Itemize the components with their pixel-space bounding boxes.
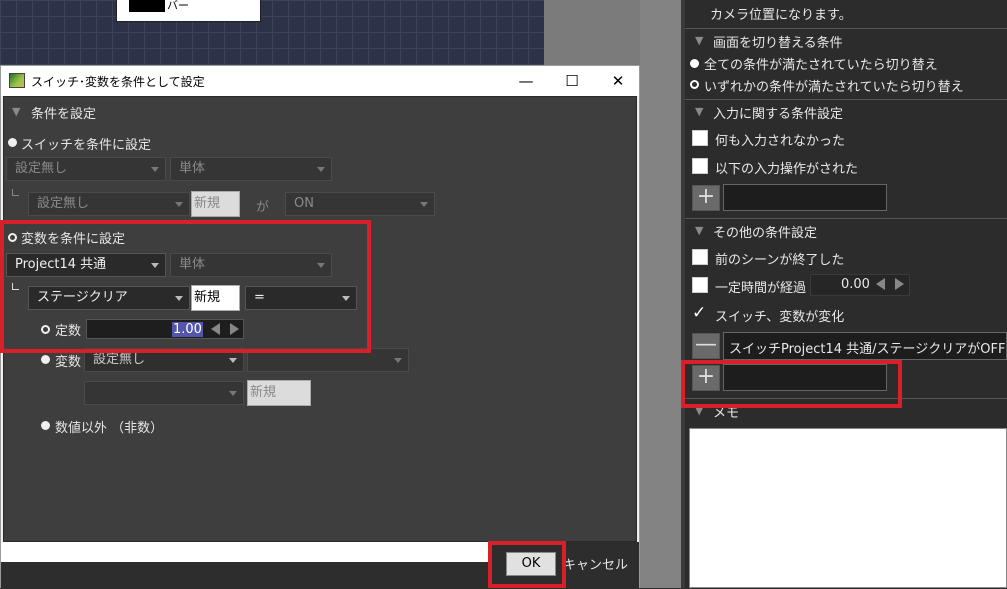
variable-compare-radio[interactable] — [41, 355, 50, 364]
maximize-icon[interactable]: ☐ — [549, 66, 595, 96]
camera-note: カメラ位置になります。 — [710, 8, 852, 23]
node-thumbnail — [129, 0, 165, 12]
variable-highlight-box — [0, 220, 371, 353]
switch-state-combo-value: ON — [294, 196, 314, 211]
chevron-down-icon — [317, 167, 325, 172]
tree-corner-icon — [12, 189, 19, 196]
switch-condition-label: スイッチを条件に設定 — [21, 138, 152, 153]
following-input-label: 以下の入力操作がされた — [715, 162, 859, 177]
add-condition-highlight-box — [681, 360, 902, 408]
switch-new-button[interactable]: 新規 — [191, 191, 240, 217]
close-icon[interactable]: ✕ — [595, 66, 641, 96]
decrement-arrow-icon[interactable] — [876, 278, 885, 290]
remove-condition-button[interactable]: — — [692, 333, 720, 359]
switch-scene-header[interactable]: ▼ 画面を切り替える条件 — [685, 28, 1007, 52]
time-value: 0.00 — [841, 277, 870, 292]
input-conditions-label: 入力に関する条件設定 — [713, 107, 844, 122]
switch-project-combo[interactable]: 設定無し — [6, 157, 166, 181]
cancel-button[interactable]: キャンセル — [563, 554, 628, 573]
scene-node[interactable]: バー — [116, 0, 261, 22]
variable-compare-new-button[interactable]: 新規 — [247, 380, 311, 406]
prev-scene-label: 前のシーンが終了した — [715, 253, 845, 268]
switch-scene-header-label: 画面を切り替える条件 — [713, 36, 843, 51]
other-conditions-header[interactable]: ▼ その他の条件設定 — [685, 218, 1007, 242]
any-condition-radio[interactable] — [690, 80, 699, 89]
switch-name-combo[interactable]: 設定無し — [28, 192, 190, 216]
add-input-button[interactable]: + — [692, 185, 720, 211]
switch-var-changed-checkbox[interactable]: ✓ — [692, 305, 708, 322]
prev-scene-checkbox[interactable] — [692, 249, 708, 265]
all-conditions-radio[interactable] — [690, 59, 699, 68]
switch-scope-combo[interactable]: 単体 — [170, 157, 332, 181]
chevron-down-icon — [229, 358, 237, 363]
no-input-checkbox[interactable] — [692, 130, 708, 146]
collapse-triangle-icon: ▼ — [695, 224, 704, 237]
chevron-down-icon — [175, 202, 183, 207]
switch-var-changed-label: スイッチ、変数が変化 — [715, 310, 845, 325]
switch-condition-radio[interactable] — [8, 138, 17, 147]
minimize-icon[interactable]: — — [503, 66, 549, 96]
collapse-triangle-icon: ▼ — [695, 105, 704, 118]
variable-compare-combo-value: 設定無し — [93, 352, 146, 367]
chevron-down-icon — [229, 391, 237, 396]
increment-arrow-icon[interactable] — [895, 278, 904, 290]
ga-label: が — [256, 200, 270, 215]
node-label: バー — [167, 0, 189, 12]
time-elapsed-label: 一定時間が経過 — [715, 281, 807, 296]
switch-scope-combo-value: 単体 — [179, 161, 206, 176]
ok-highlight-box — [488, 541, 566, 588]
input-conditions-header[interactable]: ▼ 入力に関する条件設定 — [685, 99, 1007, 123]
chevron-down-icon — [420, 202, 428, 207]
non-numeric-label: 数値以外 （非数） — [55, 421, 164, 436]
switch-state-combo[interactable]: ON — [285, 192, 435, 216]
chevron-down-icon — [151, 167, 159, 172]
switch-name-combo-value: 設定無し — [37, 196, 90, 211]
condition-entry[interactable]: スイッチProject14 共通/ステージクリアがOFF — [723, 332, 1007, 360]
middle-strip — [640, 0, 681, 588]
dialog-titlebar[interactable]: スイッチ･変数を条件として設定 — ☐ ✕ — [1, 66, 639, 96]
dialog-status-strip — [1, 542, 491, 562]
time-elapsed-checkbox[interactable] — [692, 277, 708, 293]
condition-entry-text: スイッチProject14 共通/ステージクリアがOFF — [729, 342, 1006, 357]
dialog-title: スイッチ･変数を条件として設定 — [31, 75, 205, 89]
variable-compare-name-combo[interactable] — [84, 381, 244, 405]
input-operation-field[interactable] — [723, 184, 887, 211]
section-header: 条件を設定 — [31, 107, 97, 122]
non-numeric-radio[interactable] — [41, 421, 50, 430]
switch-project-combo-value: 設定無し — [15, 161, 68, 176]
all-conditions-label: 全ての条件が満たされていたら切り替え — [704, 58, 938, 73]
no-input-label: 何も入力されなかった — [715, 134, 846, 149]
any-condition-label: いずれかの条件が満たされていたら切り替え — [704, 80, 964, 95]
collapse-triangle-icon[interactable]: ▼ — [12, 105, 20, 118]
time-value-field[interactable]: 0.00 — [810, 274, 910, 296]
variable-compare-label: 変数 — [55, 355, 82, 370]
app-icon — [9, 73, 25, 88]
memo-textarea[interactable] — [689, 428, 1007, 588]
chevron-down-icon — [394, 358, 402, 363]
other-conditions-label: その他の条件設定 — [713, 226, 818, 241]
following-input-checkbox[interactable] — [692, 158, 708, 174]
collapse-triangle-icon: ▼ — [695, 34, 704, 47]
